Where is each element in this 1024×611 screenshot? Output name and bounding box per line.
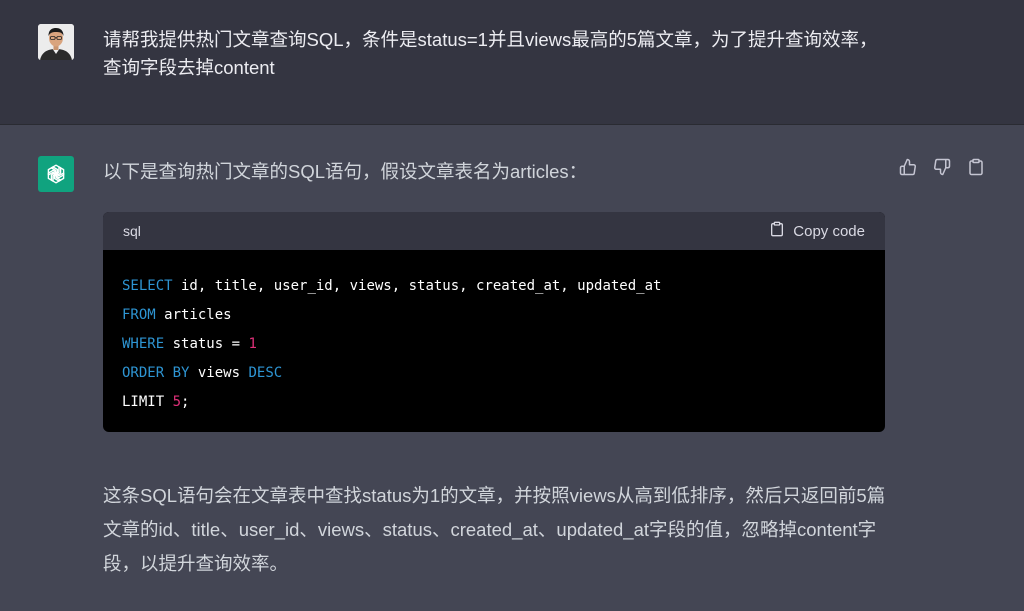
assistant-summary-text: 这条SQL语句会在文章表中查找status为1的文章，并按照views从高到低排… <box>103 485 886 574</box>
code-token: DESC <box>248 365 283 381</box>
code-token: id, title, user_id, views, status, creat… <box>172 278 662 294</box>
assistant-intro-text: 以下是查询热门文章的SQL语句，假设文章表名为articles： <box>103 161 588 182</box>
code-line: ORDER BY views DESC <box>122 359 867 388</box>
clipboard-icon <box>769 221 785 241</box>
code-language-label: sql <box>123 223 141 239</box>
code-token: ORDER <box>122 365 165 381</box>
code-block: sql Copy code SELECT id, title, user_id,… <box>103 212 885 432</box>
user-message-text: 请帮我提供热门文章查询SQL，条件是status=1并且views最高的5篇文章… <box>103 29 878 78</box>
code-token: ; <box>181 394 190 410</box>
thumbs-up-icon[interactable] <box>897 156 918 177</box>
code-line: FROM articles <box>122 301 867 330</box>
code-line: LIMIT 5; <box>122 388 867 417</box>
code-token: 1 <box>248 336 257 352</box>
code-token: views <box>189 365 249 381</box>
code-token: status <box>164 336 232 352</box>
clipboard-icon[interactable] <box>965 156 986 177</box>
code-line: SELECT id, title, user_id, views, status… <box>122 272 867 301</box>
code-token: SELECT <box>122 278 173 294</box>
code-line: WHERE status = 1 <box>122 330 867 359</box>
code-token: 5 <box>172 394 182 410</box>
thumbs-down-icon[interactable] <box>931 156 952 177</box>
assistant-message-row: 以下是查询热门文章的SQL语句，假设文章表名为articles： sql Cop… <box>0 126 1024 611</box>
code-content: SELECT id, title, user_id, views, status… <box>103 250 885 417</box>
feedback-actions <box>897 156 986 177</box>
code-token: BY <box>172 365 190 381</box>
code-token: LIMIT <box>122 394 165 410</box>
code-block-header: sql Copy code <box>103 212 885 250</box>
chatgpt-logo-icon <box>38 156 74 192</box>
code-token: articles <box>155 307 232 323</box>
copy-code-button[interactable]: Copy code <box>769 221 865 241</box>
code-token: = <box>231 336 241 352</box>
user-avatar <box>38 24 74 60</box>
user-message-row: 请帮我提供热门文章查询SQL，条件是status=1并且views最高的5篇文章… <box>0 0 1024 125</box>
code-token: WHERE <box>122 336 165 352</box>
code-token: FROM <box>122 307 156 323</box>
copy-code-label: Copy code <box>793 222 865 240</box>
